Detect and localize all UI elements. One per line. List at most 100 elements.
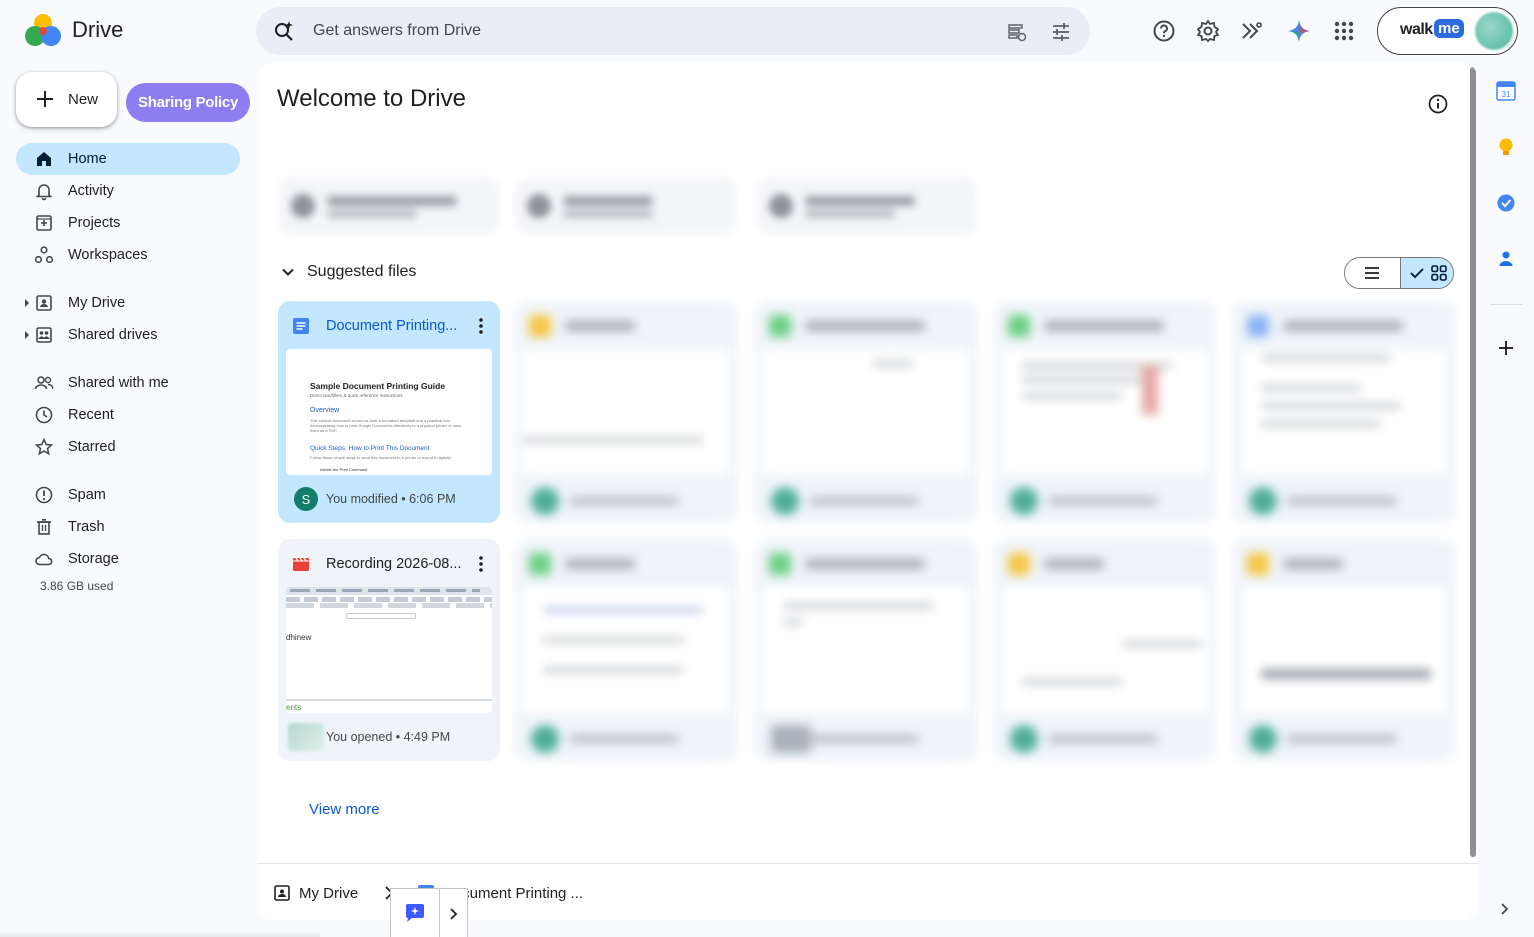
help-icon[interactable]: [1152, 19, 1176, 43]
search-input[interactable]: Get answers from Drive: [313, 22, 481, 40]
list-view-button[interactable]: [1345, 258, 1400, 288]
filter-tune-icon[interactable]: [1050, 21, 1072, 43]
blurred-file-card[interactable]: [994, 539, 1216, 761]
grid-view-button[interactable]: [1400, 258, 1453, 288]
thumb-text: ents: [286, 703, 302, 712]
blurred-file-card[interactable]: [1233, 301, 1455, 523]
blurred-file-card[interactable]: [1233, 539, 1455, 761]
new-button[interactable]: New: [16, 72, 117, 127]
expand-caret-icon[interactable]: [25, 331, 29, 339]
chevron-right-icon[interactable]: [447, 906, 461, 922]
star-icon: [34, 437, 54, 456]
file-card-meta: You opened • 4:49 PM: [326, 730, 451, 744]
cloud-icon: [35, 553, 53, 566]
svg-text:31: 31: [1502, 90, 1511, 99]
thumb-section: Overview: [310, 407, 340, 414]
info-icon[interactable]: [1427, 93, 1449, 115]
clock-icon: [35, 406, 53, 424]
sidebar-item-spam[interactable]: Spam: [16, 479, 240, 511]
file-card-document-printing[interactable]: Document Printing... Sample Document Pri…: [278, 301, 500, 523]
sidebar-item-shared-drives[interactable]: Shared drives: [16, 319, 240, 351]
file-card-title: Recording 2026-08...: [326, 556, 462, 572]
sidebar-item-recent[interactable]: Recent: [16, 399, 240, 431]
thumb-paragraph: Follow these simple steps to send this d…: [310, 455, 452, 460]
sidebar-item-label: Recent: [68, 407, 114, 423]
more-vert-icon[interactable]: [471, 553, 491, 575]
gemini-sparkle-icon[interactable]: [1287, 19, 1311, 43]
sharing-policy-button[interactable]: Sharing Policy: [126, 83, 250, 122]
blurred-file-card[interactable]: [755, 301, 977, 523]
thumb-heading: Sample Document Printing Guide: [310, 381, 446, 391]
search-sparkle-icon[interactable]: [272, 19, 296, 43]
rail-divider: [1490, 304, 1522, 305]
blurred-file-card[interactable]: [755, 539, 977, 761]
blurred-file-card[interactable]: [515, 301, 737, 523]
sidebar-item-storage[interactable]: Storage: [16, 543, 240, 575]
sidebar-item-label: Projects: [68, 215, 121, 231]
suggested-files-heading[interactable]: Suggested files: [307, 263, 416, 281]
sidebar-item-starred[interactable]: Starred: [16, 431, 240, 463]
blurred-quick-access-item[interactable]: [757, 178, 977, 234]
drive-logo[interactable]: Drive: [24, 12, 123, 48]
add-addon-plus-icon[interactable]: [1495, 337, 1517, 359]
thumb-section: Quick Steps: How to Print This Document: [310, 445, 430, 452]
sidebar-item-my-drive[interactable]: My Drive: [16, 287, 240, 319]
top-bar: Drive Get answers from Drive walk me: [0, 0, 1534, 62]
view-more-link[interactable]: View more: [309, 801, 380, 818]
grid-view-icon: [1431, 265, 1447, 281]
tasks-check-icon[interactable]: [1495, 192, 1517, 214]
chevron-right-icon[interactable]: [1497, 898, 1513, 920]
sidebar-item-workspaces[interactable]: Workspaces: [16, 239, 240, 271]
breadcrumb-my-drive[interactable]: My Drive: [299, 885, 358, 902]
sidebar-item-shared-with-me[interactable]: Shared with me: [16, 367, 240, 399]
blurred-quick-access-item[interactable]: [279, 178, 499, 234]
sidebar-item-activity[interactable]: Activity: [16, 175, 240, 207]
keep-lightbulb-icon[interactable]: [1495, 136, 1517, 158]
blurred-quick-access-item[interactable]: [515, 178, 735, 234]
file-card-recording[interactable]: Recording 2026-08... dhinew ents You ope…: [278, 539, 500, 761]
more-vert-icon[interactable]: [471, 315, 491, 337]
workspaces-icon: [34, 246, 54, 264]
projects-icon: [36, 215, 52, 231]
plus-icon: [37, 91, 53, 107]
search-options-icon[interactable]: [1006, 21, 1028, 43]
list-view-icon: [1365, 267, 1379, 279]
ai-agent-icon[interactable]: [1240, 19, 1264, 43]
settings-gear-icon[interactable]: [1196, 19, 1220, 43]
sidebar-item-trash[interactable]: Trash: [16, 511, 240, 543]
apps-grid-icon[interactable]: [1332, 19, 1356, 43]
calendar-icon[interactable]: 31: [1495, 80, 1517, 102]
search-bar[interactable]: Get answers from Drive: [256, 7, 1090, 55]
floating-assistant-chip[interactable]: [390, 888, 468, 937]
check-icon: [1410, 268, 1424, 279]
home-icon: [37, 152, 51, 166]
contacts-person-icon[interactable]: [1495, 248, 1517, 270]
sidebar-item-label: Home: [68, 151, 107, 167]
chevron-down-icon[interactable]: [279, 263, 297, 281]
expand-caret-icon[interactable]: [25, 299, 29, 307]
shared-drives-icon: [36, 327, 52, 343]
bell-icon: [35, 184, 53, 201]
avatar: [288, 723, 324, 751]
people-icon: [34, 376, 54, 390]
view-toggle: [1344, 257, 1454, 289]
account-switcher[interactable]: walk me: [1377, 7, 1518, 55]
account-avatar[interactable]: [1475, 12, 1513, 50]
sidebar-item-home[interactable]: Home: [16, 143, 240, 175]
bottom-edge: [0, 930, 320, 937]
main-content: Welcome to Drive Suggested files Documen…: [257, 63, 1478, 920]
trash-icon: [37, 518, 51, 535]
sidebar-item-label: Storage: [68, 551, 119, 567]
sidebar-item-label: Shared with me: [68, 375, 169, 391]
spam-icon: [35, 486, 53, 504]
vertical-scrollbar[interactable]: [1470, 67, 1476, 857]
sidebar-item-projects[interactable]: Projects: [16, 207, 240, 239]
blurred-file-card[interactable]: [994, 301, 1216, 523]
blurred-file-card[interactable]: [515, 539, 737, 761]
app-name: Drive: [72, 17, 124, 42]
storage-used-text: 3.86 GB used: [40, 579, 114, 593]
chat-assistant-icon[interactable]: [404, 903, 426, 923]
file-thumbnail: Sample Document Printing Guide Demo text…: [286, 349, 492, 475]
thumb-paragraph: This sample document serves as both a fo…: [310, 418, 462, 433]
sidebar-item-label: Shared drives: [68, 327, 158, 343]
